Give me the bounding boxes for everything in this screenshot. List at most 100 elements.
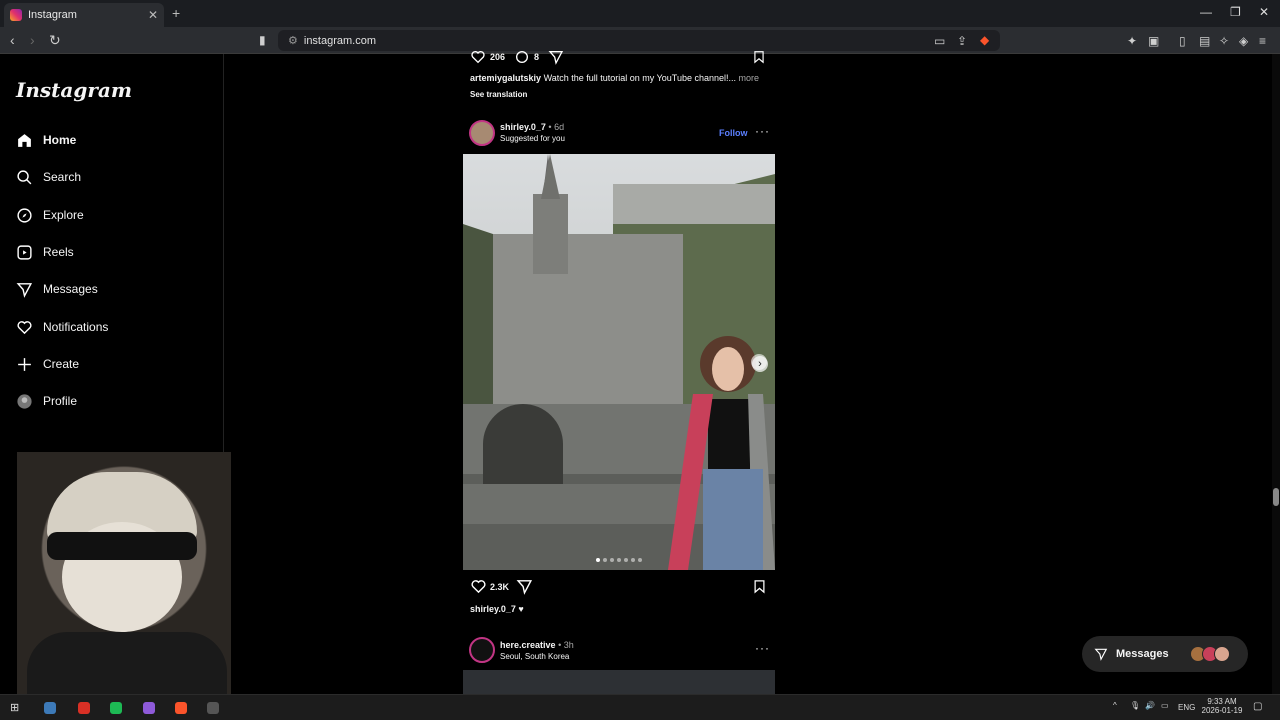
reload-icon[interactable]: ↻ (49, 32, 61, 49)
clock[interactable]: 9:33 AM 2026-01-19 (1200, 697, 1244, 715)
see-translation-link[interactable]: See translation (470, 90, 527, 99)
vpn-icon[interactable]: ◈ (1239, 34, 1248, 48)
leo-ai-icon[interactable]: ✧ (1219, 34, 1229, 48)
webcam-sunglasses (47, 532, 197, 560)
taskbar-app-icon[interactable] (78, 702, 90, 714)
instagram-favicon-icon (10, 9, 22, 21)
like-icon[interactable] (470, 49, 486, 65)
carousel-dot (624, 558, 628, 562)
carousel-next-icon[interactable]: › (752, 356, 768, 372)
tab-close-icon[interactable]: ✕ (148, 8, 158, 22)
scrollbar-thumb[interactable] (1273, 488, 1279, 506)
search-icon (17, 169, 32, 184)
next-post-username[interactable]: here.creative (500, 640, 556, 650)
sidebar-item-label: Notifications (43, 320, 109, 334)
wallet-icon[interactable]: ▣ (1148, 34, 1159, 48)
caption-username[interactable]: shirley.0_7 (470, 604, 516, 614)
brave-shield-icon[interactable]: ◆ (980, 33, 989, 47)
messages-label: Messages (1116, 648, 1169, 660)
new-tab-icon[interactable]: + (172, 5, 180, 21)
window-close-icon[interactable]: ✕ (1259, 5, 1269, 19)
home-icon (18, 133, 31, 147)
like-count: 206 (490, 52, 506, 62)
windows-taskbar: ⊞ ^ 🎙 🔊 ▭ ENG 9:33 AM 2026-01-19 ▢ (0, 694, 1280, 720)
comment-icon[interactable] (514, 49, 530, 65)
taskbar-app-icon[interactable] (44, 702, 56, 714)
share-icon[interactable] (516, 578, 533, 595)
browser-tabbar: Instagram ✕ + — ❐ ✕ (0, 0, 1280, 27)
prev-post-actions: 206 8 (470, 49, 770, 65)
follow-button[interactable]: Follow (719, 128, 748, 138)
post-subtitle: Suggested for you (500, 134, 565, 143)
share-icon[interactable] (548, 49, 564, 65)
sidebar-toggle-icon[interactable]: ▯ (1179, 34, 1186, 48)
brave-wallet-icon[interactable]: ▤ (1199, 34, 1210, 48)
microphone-icon[interactable]: 🎙 (1130, 701, 1140, 710)
taskbar-app-icon[interactable] (207, 702, 219, 714)
paper-plane-icon (16, 282, 33, 298)
compass-icon (17, 207, 32, 223)
like-count: 2.3K (490, 582, 510, 592)
sidebar-item-profile[interactable]: Profile (16, 390, 77, 412)
sidebar-item-notifications[interactable]: Notifications (16, 316, 108, 338)
sidebar-item-reels[interactable]: Reels (16, 241, 74, 263)
post-avatar[interactable] (469, 120, 495, 146)
plus-icon (18, 357, 31, 371)
volume-icon[interactable]: 🔊 (1145, 701, 1155, 710)
sidebar-item-label: Home (43, 133, 77, 147)
extensions-icon[interactable]: ✦ (1127, 34, 1137, 48)
sidebar-item-label: Search (43, 170, 82, 184)
windows-start-icon[interactable]: ⊞ (10, 701, 19, 714)
caption-username[interactable]: artemiygalutskiy (470, 73, 541, 83)
forward-icon[interactable]: › (30, 32, 35, 48)
carousel-dot (638, 558, 642, 562)
share-icon[interactable]: ⇪ (957, 34, 967, 48)
sidebar-item-label: Messages (43, 282, 98, 296)
next-post-header: here.creative • 3h Seoul, South Korea (500, 640, 574, 661)
maximize-icon[interactable]: ❐ (1230, 5, 1241, 19)
language-indicator[interactable]: ENG (1178, 703, 1195, 712)
tray-chevron-icon[interactable]: ^ (1113, 701, 1117, 710)
carousel-dot-active (596, 558, 600, 562)
taskbar-app-icon[interactable] (143, 702, 155, 714)
next-post-avatar[interactable] (469, 637, 495, 663)
avatar (1214, 646, 1230, 662)
more-options-icon[interactable]: ··· (755, 124, 770, 138)
like-icon[interactable] (470, 578, 487, 595)
page-scrollbar[interactable] (1272, 54, 1280, 694)
carousel-dots (463, 558, 775, 562)
save-icon[interactable] (752, 49, 766, 65)
browser-tab[interactable]: Instagram ✕ (4, 3, 164, 27)
instagram-logo[interactable]: Instagram (16, 78, 132, 102)
sidebar-item-create[interactable]: Create (16, 353, 79, 375)
caption-more-link[interactable]: more (739, 73, 760, 83)
back-icon[interactable]: ‹ (10, 32, 15, 48)
cast-icon[interactable]: ▭ (934, 34, 945, 48)
save-icon[interactable] (752, 578, 767, 595)
site-settings-icon[interactable]: ⚙ (288, 34, 298, 47)
post-image[interactable] (463, 154, 775, 570)
notification-center-icon[interactable]: ▢ (1253, 701, 1262, 712)
next-post-dot: • (558, 640, 562, 650)
minimize-icon[interactable]: — (1200, 5, 1212, 19)
bookmark-icon[interactable]: ▮ (259, 33, 266, 47)
sidebar-item-messages[interactable]: Messages (16, 278, 98, 300)
sidebar-item-explore[interactable]: Explore (16, 204, 84, 226)
sidebar-item-home[interactable]: Home (16, 129, 76, 151)
more-options-icon[interactable]: ··· (755, 641, 770, 655)
menu-icon[interactable]: ≡ (1259, 34, 1266, 48)
carousel-dot (631, 558, 635, 562)
taskbar-app-icon[interactable] (110, 702, 122, 714)
messages-button[interactable]: Messages (1082, 636, 1248, 672)
post-header: shirley.0_7 • 6d Suggested for you (500, 122, 565, 143)
paper-plane-icon (1094, 648, 1108, 661)
address-bar[interactable]: ⚙ instagram.com (278, 30, 1000, 51)
sidebar-item-search[interactable]: Search (16, 166, 81, 188)
tab-title: Instagram (28, 9, 77, 21)
carousel-dot (617, 558, 621, 562)
post-username[interactable]: shirley.0_7 (500, 122, 546, 132)
taskbar-app-icon[interactable] (175, 702, 187, 714)
network-icon[interactable]: ▭ (1161, 701, 1169, 710)
next-post-image[interactable] (463, 670, 775, 694)
next-post-location[interactable]: Seoul, South Korea (500, 652, 574, 661)
